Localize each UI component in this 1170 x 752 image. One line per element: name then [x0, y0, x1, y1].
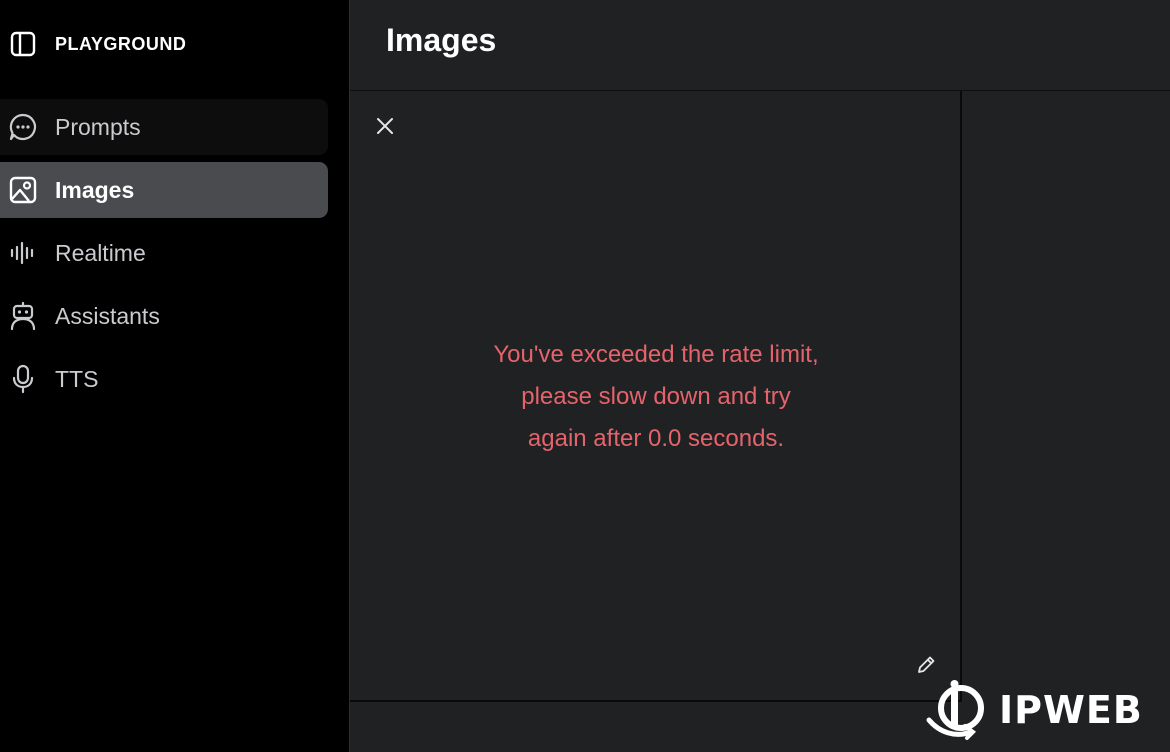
microphone-icon	[8, 364, 38, 394]
brand-label: PLAYGROUND	[55, 33, 187, 54]
sidebar-item-tts[interactable]: TTS	[0, 351, 328, 407]
settings-panel	[964, 91, 1170, 752]
page-header: Images	[350, 0, 1170, 91]
main-content: Images You've exceeded the rate limit, p…	[349, 0, 1170, 752]
sidebar-item-label: Realtime	[55, 239, 146, 266]
watermark-logo: IPWEB	[925, 678, 1143, 742]
prompt-bar	[350, 704, 962, 752]
close-button[interactable]	[374, 115, 396, 137]
sidebar-item-label: TTS	[55, 365, 99, 392]
sidebar-panel-icon[interactable]	[9, 30, 37, 58]
robot-icon	[8, 301, 38, 331]
close-icon	[377, 118, 393, 134]
brand: PLAYGROUND	[9, 28, 186, 60]
sidebar-item-assistants[interactable]: Assistants	[0, 288, 328, 344]
waveform-icon	[8, 238, 38, 268]
error-line-2: please slow down and try	[521, 383, 791, 410]
sidebar-item-prompts[interactable]: Prompts	[0, 99, 328, 155]
app-window: PLAYGROUND Prompts Images Realtime Assis…	[0, 0, 1170, 752]
ipweb-logo-icon	[926, 680, 984, 740]
rate-limit-error: You've exceeded the rate limit, please s…	[450, 334, 862, 460]
chat-bubble-icon	[8, 112, 38, 142]
sidebar-item-realtime[interactable]: Realtime	[0, 225, 328, 281]
pencil-icon	[918, 656, 935, 673]
sidebar-item-label: Assistants	[55, 302, 160, 329]
sidebar-item-label: Images	[55, 176, 135, 203]
image-icon	[8, 175, 38, 205]
sidebar-item-images[interactable]: Images	[0, 162, 328, 218]
error-line-3: again after 0.0 seconds.	[527, 425, 785, 452]
sidebar-item-label: Prompts	[55, 113, 141, 140]
page-title: Images	[386, 22, 497, 58]
error-line-1: You've exceeded the rate limit,	[493, 341, 819, 368]
watermark-text: IPWEB	[999, 688, 1143, 732]
sidebar: PLAYGROUND Prompts Images Realtime Assis…	[0, 0, 349, 752]
sidebar-nav: Prompts Images Realtime Assistants TTS	[0, 99, 328, 414]
edit-button[interactable]	[914, 653, 938, 677]
image-panel: You've exceeded the rate limit, please s…	[350, 91, 962, 702]
